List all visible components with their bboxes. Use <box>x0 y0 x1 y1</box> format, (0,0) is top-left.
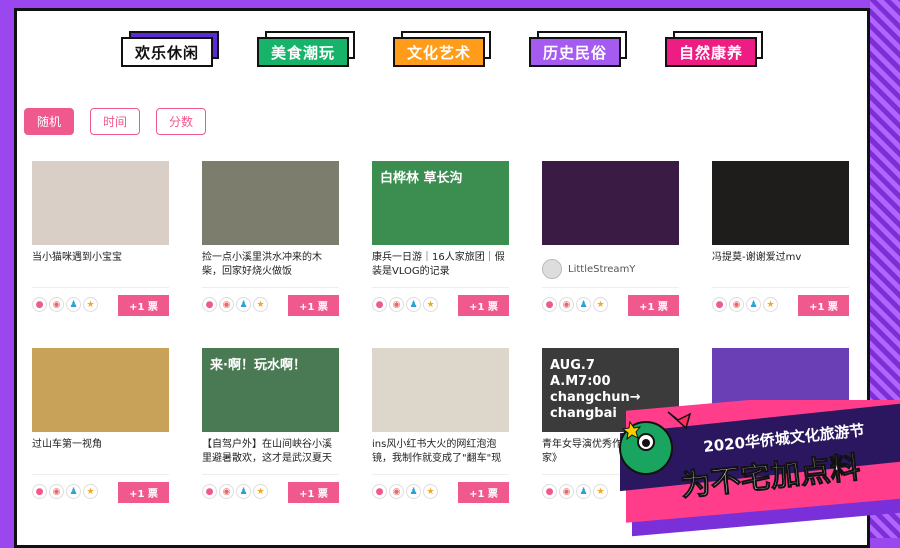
weibo-share-icon[interactable]: ● <box>542 484 557 499</box>
video-thumbnail[interactable] <box>202 161 339 245</box>
video-card[interactable]: 来·啊！玩水啊！ 【自驾户外】在山间峡谷小溪里避暑散欢，这才是武汉夏天 ● ◉ ♟ ★ +1… <box>202 348 339 508</box>
qq-share-icon[interactable]: ♟ <box>746 297 761 312</box>
video-title[interactable]: 【自驾户外】在山间峡谷小溪里避暑散欢，这才是武汉夏天 <box>202 438 340 466</box>
author-info: LittleStreamY <box>542 259 635 279</box>
qzone-share-icon[interactable]: ★ <box>253 297 268 312</box>
sort-score-button[interactable]: 分数 <box>156 108 206 135</box>
category-tab-leisure[interactable]: 欢乐休闲 <box>121 31 219 67</box>
qq-share-icon[interactable]: ♟ <box>406 297 421 312</box>
weibo-share-icon[interactable]: ● <box>32 297 47 312</box>
wechat-share-icon[interactable]: ◉ <box>389 484 404 499</box>
video-thumbnail[interactable] <box>542 161 679 245</box>
video-title[interactable]: 康兵一日游｜16人家旅团｜假装是VLOG的记录 <box>372 251 510 279</box>
sort-random-button[interactable]: 随机 <box>24 108 74 135</box>
qq-share-icon[interactable]: ♟ <box>576 297 591 312</box>
qzone-share-icon[interactable]: ★ <box>253 484 268 499</box>
qzone-share-icon[interactable]: ★ <box>593 297 608 312</box>
vote-button[interactable]: +1 票 <box>118 482 169 503</box>
divider <box>32 474 169 475</box>
share-icons: ●◉♟★ <box>202 297 268 312</box>
divider <box>202 287 339 288</box>
category-tab-culture[interactable]: 文化艺术 <box>393 31 491 67</box>
divider <box>712 287 849 288</box>
video-card[interactable]: 过山车第一视角 ● ◉ ♟ ★ +1 票 <box>32 348 169 508</box>
video-card[interactable]: 白桦林 草长沟康兵一日游｜16人家旅团｜假装是VLOG的记录 ● ◉ ♟ ★ +1 票 <box>372 161 509 321</box>
vote-button[interactable]: +1 票 <box>458 295 509 316</box>
weibo-share-icon[interactable]: ● <box>202 484 217 499</box>
qzone-share-icon[interactable]: ★ <box>763 297 778 312</box>
video-title[interactable]: 过山车第一视角 <box>32 438 170 452</box>
wechat-share-icon[interactable]: ◉ <box>559 297 574 312</box>
thumbnail-caption: 来·啊！玩水啊！ <box>210 358 306 373</box>
video-thumbnail[interactable]: 来·啊！玩水啊！ <box>202 348 339 432</box>
sort-time-button[interactable]: 时间 <box>90 108 140 135</box>
weibo-share-icon[interactable]: ● <box>712 297 727 312</box>
video-thumbnail[interactable]: 白桦林 草长沟 <box>372 161 509 245</box>
wechat-share-icon[interactable]: ◉ <box>729 297 744 312</box>
qzone-share-icon[interactable]: ★ <box>423 484 438 499</box>
weibo-share-icon[interactable]: ● <box>372 484 387 499</box>
weibo-share-icon[interactable]: ● <box>542 297 557 312</box>
share-icons: ●◉♟★ <box>542 484 608 499</box>
thumbnail-caption: 白桦林 草长沟 <box>380 171 463 186</box>
wechat-share-icon[interactable]: ◉ <box>389 297 404 312</box>
vote-button[interactable]: +1 票 <box>458 482 509 503</box>
video-card[interactable]: 冯提莫-谢谢爱过mv ● ◉ ♟ ★ +1 票 <box>712 161 849 321</box>
divider <box>542 287 679 288</box>
qq-share-icon[interactable]: ♟ <box>576 484 591 499</box>
divider <box>372 474 509 475</box>
weibo-share-icon[interactable]: ● <box>32 484 47 499</box>
category-tab-food[interactable]: 美食潮玩 <box>257 31 355 67</box>
wechat-share-icon[interactable]: ◉ <box>559 484 574 499</box>
category-tabs: 欢乐休闲 美食潮玩 文化艺术 历史民俗 自然康养 <box>17 31 867 73</box>
qzone-share-icon[interactable]: ★ <box>423 297 438 312</box>
video-title[interactable]: ins风小红书大火的网红泡泡镜，我制作就变成了"翻车"现 <box>372 438 510 466</box>
share-icons: ●◉♟★ <box>372 484 438 499</box>
video-thumbnail[interactable] <box>712 161 849 245</box>
video-title[interactable]: 当小猫咪遇到小宝宝 <box>32 251 170 265</box>
qq-share-icon[interactable]: ♟ <box>66 297 81 312</box>
divider <box>372 287 509 288</box>
avatar <box>542 259 562 279</box>
qq-share-icon[interactable]: ♟ <box>236 297 251 312</box>
vote-button[interactable]: +1 票 <box>798 295 849 316</box>
weibo-share-icon[interactable]: ● <box>372 297 387 312</box>
video-title[interactable]: 冯提莫-谢谢爱过mv <box>712 251 850 265</box>
video-card[interactable]: 捡一点小溪里洪水冲来的木柴，回家好烧火做饭 ● ◉ ♟ ★ +1 票 <box>202 161 339 321</box>
video-card[interactable]: 当小猫咪遇到小宝宝 ● ◉ ♟ ★ +1 票 <box>32 161 169 321</box>
divider <box>202 474 339 475</box>
video-card[interactable]: LittleStreamY ● ◉ ♟ ★ +1 票 <box>542 161 679 321</box>
wechat-share-icon[interactable]: ◉ <box>49 484 64 499</box>
wechat-share-icon[interactable]: ◉ <box>219 297 234 312</box>
qq-share-icon[interactable]: ♟ <box>406 484 421 499</box>
vote-button[interactable]: +1 票 <box>288 295 339 316</box>
vote-button[interactable]: +1 票 <box>288 482 339 503</box>
qzone-share-icon[interactable]: ★ <box>83 484 98 499</box>
qzone-share-icon[interactable]: ★ <box>83 297 98 312</box>
category-tab-nature[interactable]: 自然康养 <box>665 31 763 67</box>
video-thumbnail[interactable] <box>372 348 509 432</box>
wechat-share-icon[interactable]: ◉ <box>219 484 234 499</box>
vote-button[interactable]: +1 票 <box>118 295 169 316</box>
qq-share-icon[interactable]: ♟ <box>236 484 251 499</box>
share-icons: ●◉♟★ <box>32 484 98 499</box>
vote-button[interactable]: +1 票 <box>628 295 679 316</box>
weibo-share-icon[interactable]: ● <box>202 297 217 312</box>
video-thumbnail[interactable] <box>32 348 169 432</box>
share-icons: ●◉♟★ <box>712 297 778 312</box>
promo-banner[interactable]: 2020华侨城文化旅游节 为不宅加点料 <box>612 400 900 538</box>
share-icons: ●◉♟★ <box>372 297 438 312</box>
share-icons: ●◉♟★ <box>202 484 268 499</box>
qzone-share-icon[interactable]: ★ <box>593 484 608 499</box>
video-title[interactable]: 捡一点小溪里洪水冲来的木柴，回家好烧火做饭 <box>202 251 340 279</box>
qq-share-icon[interactable]: ♟ <box>66 484 81 499</box>
author-name: LittleStreamY <box>568 263 636 275</box>
category-tab-history[interactable]: 历史民俗 <box>529 31 627 67</box>
video-card[interactable]: ins风小红书大火的网红泡泡镜，我制作就变成了"翻车"现 ● ◉ ♟ ★ +1 票 <box>372 348 509 508</box>
share-icons: ●◉♟★ <box>542 297 608 312</box>
divider <box>32 287 169 288</box>
video-thumbnail[interactable] <box>32 161 169 245</box>
wechat-share-icon[interactable]: ◉ <box>49 297 64 312</box>
share-icons: ●◉♟★ <box>32 297 98 312</box>
